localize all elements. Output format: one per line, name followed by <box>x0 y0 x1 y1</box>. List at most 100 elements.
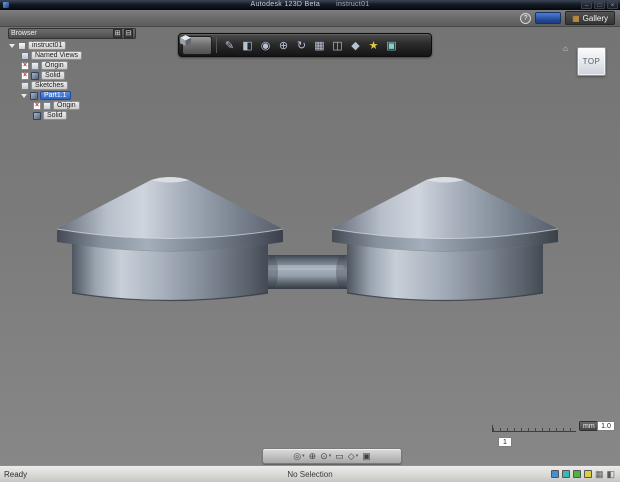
view-mode-button[interactable]: ◇ ▾ <box>348 451 358 461</box>
window-title-area: Autodesk 123D Beta instruct01 <box>0 1 620 8</box>
app-menu-button[interactable] <box>180 35 212 55</box>
star-icon[interactable]: ★ <box>365 36 382 54</box>
view-cube[interactable]: TOP <box>577 47 606 76</box>
expand-all-button[interactable]: ⊞ <box>113 29 122 38</box>
chevron-down-icon: ▾ <box>355 453 359 459</box>
ruler-ticks <box>492 425 576 432</box>
origin-axes-icon <box>43 101 51 110</box>
pan-icon: ⊕ <box>308 451 317 461</box>
tree-item-origin[interactable]: × Origin <box>8 61 136 70</box>
display-style-button[interactable]: ▣ <box>362 451 371 461</box>
combine-icon[interactable]: ◫ <box>329 36 346 54</box>
tree-item-label: Origin <box>41 61 68 70</box>
gallery-button[interactable]: ▦ Gallery <box>565 11 615 25</box>
browser-title: Browser <box>11 30 37 37</box>
sketch-icon <box>21 81 29 90</box>
tree-item-root[interactable]: instruct01 <box>8 41 136 50</box>
window-title: Autodesk 123D Beta <box>250 1 321 8</box>
close-button[interactable]: × <box>607 1 618 9</box>
tree-item-sketches[interactable]: Sketches <box>8 81 136 90</box>
cube-icon <box>180 35 191 46</box>
scale-value-box[interactable]: 1.0 <box>597 421 615 431</box>
document-name: instruct01 <box>336 1 370 8</box>
model-cap-left[interactable] <box>56 177 284 302</box>
tree-item-label: Solid <box>41 71 65 80</box>
collapse-all-button[interactable]: ⊟ <box>124 29 133 38</box>
diamond-icon[interactable]: ◆ <box>347 36 364 54</box>
visibility-off-icon[interactable]: × <box>21 61 29 70</box>
chevron-down-icon: ▾ <box>328 453 332 459</box>
indicator-yellow <box>583 470 592 478</box>
tree-item-label: Origin <box>53 101 80 110</box>
browser-panel: Browser ⊞ ⊟ instruct01 Named Views × Ori… <box>8 28 136 121</box>
visibility-off-icon[interactable]: × <box>33 101 41 110</box>
zoom-button[interactable]: ⊙ ▾ <box>320 451 331 461</box>
titlebar: Autodesk 123D Beta instruct01 – □ × <box>0 0 620 10</box>
visibility-off-icon[interactable]: × <box>21 71 29 80</box>
browser-header[interactable]: Browser ⊞ ⊟ <box>8 28 136 39</box>
tree-item-label: instruct01 <box>28 41 67 50</box>
solid-body-icon <box>33 111 41 120</box>
gallery-icon: ▦ <box>572 13 580 23</box>
fit-view-button[interactable]: ▭ <box>335 451 344 461</box>
grid-scale-widget: mm 1.0 1 <box>486 417 616 449</box>
help-icon[interactable]: ? <box>520 12 532 24</box>
indicator-green <box>572 470 581 478</box>
maximize-button[interactable]: □ <box>594 1 605 9</box>
status-indicators: ▦ ◧ <box>550 466 615 482</box>
pan-button[interactable]: ⊕ <box>309 451 317 461</box>
navigation-toolbar: ◎ ▾ ⊕ ⊙ ▾ ▭ ◇ ▾ ▣ <box>262 448 402 464</box>
document-icon <box>18 41 26 50</box>
pencil-icon[interactable]: ✎ <box>221 36 238 54</box>
display-style-icon: ▣ <box>362 451 371 461</box>
move-icon[interactable]: ⊕ <box>275 36 292 54</box>
tree-item-label-selected: Part1.1 <box>40 91 71 100</box>
tree-item-label: Named Views <box>31 51 83 60</box>
panel-icon[interactable]: ▣ <box>383 36 400 54</box>
model-connector[interactable] <box>256 255 354 289</box>
solid-body-icon <box>31 71 39 80</box>
main-toolbar: ✎ ◧ ◉ ⊕ ↻ ▦ ◫ ◆ ★ ▣ <box>178 33 432 57</box>
orbit-icon: ◎ <box>293 451 302 461</box>
view-mode-icon: ◇ <box>347 451 355 461</box>
indicator-blue <box>550 470 559 478</box>
grid-value-box[interactable]: 1 <box>498 437 512 447</box>
tree-item-part-solid[interactable]: Solid <box>8 111 136 120</box>
menu-strip: ? ▦ Gallery <box>0 10 620 27</box>
rotate-icon[interactable]: ↻ <box>293 36 310 54</box>
model-cap-right[interactable] <box>331 176 559 302</box>
window-controls: – □ × <box>581 1 618 9</box>
account-badge[interactable] <box>535 12 562 24</box>
tree-item-named-views[interactable]: Named Views <box>8 51 136 60</box>
status-bar: Ready No Selection ▦ ◧ <box>0 465 620 482</box>
origin-axes-icon <box>31 61 39 70</box>
minimize-button[interactable]: – <box>581 1 592 9</box>
units-button[interactable]: mm <box>579 421 599 431</box>
fit-view-icon: ▭ <box>335 451 344 461</box>
tree-item-part-origin[interactable]: × Origin <box>8 101 136 110</box>
toolbar-separator <box>216 37 217 53</box>
home-icon[interactable]: ⌂ <box>563 44 568 53</box>
tree-item-solid[interactable]: × Solid <box>8 71 136 80</box>
app-window: Autodesk 123D Beta instruct01 – □ × ? ▦ G… <box>0 0 620 482</box>
gallery-label: Gallery <box>582 13 608 23</box>
selection-status: No Selection <box>287 469 333 479</box>
tree-item-label: Sketches <box>31 81 68 90</box>
grid-icon[interactable]: ▦ <box>311 36 328 54</box>
box-icon[interactable]: ◧ <box>239 36 256 54</box>
view-cube-face-label: TOP <box>582 57 601 66</box>
tree-item-label: Solid <box>43 111 67 120</box>
component-icon <box>30 91 38 100</box>
tree-item-part-selected[interactable]: Part1.1 <box>8 91 136 100</box>
disclosure-icon <box>21 93 27 98</box>
indicator-teal <box>561 470 570 478</box>
orbit-button[interactable]: ◎ ▾ <box>293 451 304 461</box>
zoom-icon: ⊙ <box>320 451 328 461</box>
snap-toggle-icon[interactable]: ◧ <box>606 469 615 479</box>
named-views-icon <box>21 51 29 60</box>
disclosure-icon <box>9 43 15 48</box>
grid-toggle-icon[interactable]: ▦ <box>595 469 604 479</box>
chevron-down-icon: ▾ <box>302 453 305 459</box>
browser-tree: instruct01 Named Views × Origin × Solid … <box>8 41 136 120</box>
sphere-icon[interactable]: ◉ <box>257 36 274 54</box>
